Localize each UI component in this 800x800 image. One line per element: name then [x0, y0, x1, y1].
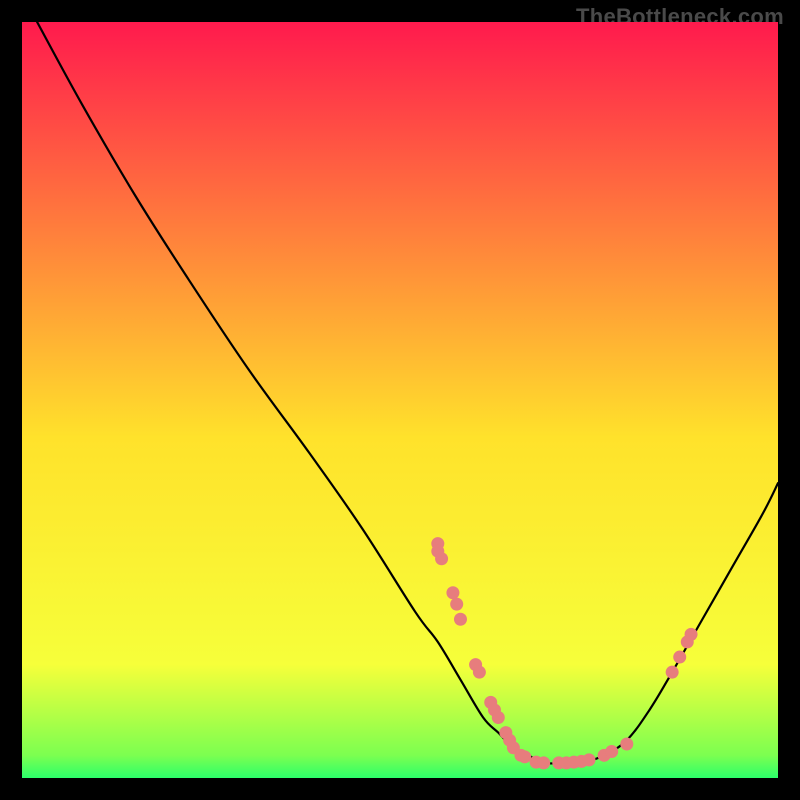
data-marker	[685, 628, 698, 641]
data-marker	[620, 737, 633, 750]
data-marker	[605, 745, 618, 758]
data-marker	[492, 711, 505, 724]
data-marker	[518, 750, 531, 763]
bottleneck-chart-svg	[22, 22, 778, 778]
data-marker	[454, 613, 467, 626]
data-marker	[473, 666, 486, 679]
data-marker	[537, 756, 550, 769]
plot-area	[22, 22, 778, 778]
gradient-background	[22, 22, 778, 778]
chart-frame: TheBottleneck.com	[0, 0, 800, 800]
data-marker	[673, 651, 686, 664]
data-marker	[450, 598, 463, 611]
data-marker	[435, 552, 448, 565]
data-marker	[666, 666, 679, 679]
data-marker	[583, 753, 596, 766]
data-marker	[446, 586, 459, 599]
